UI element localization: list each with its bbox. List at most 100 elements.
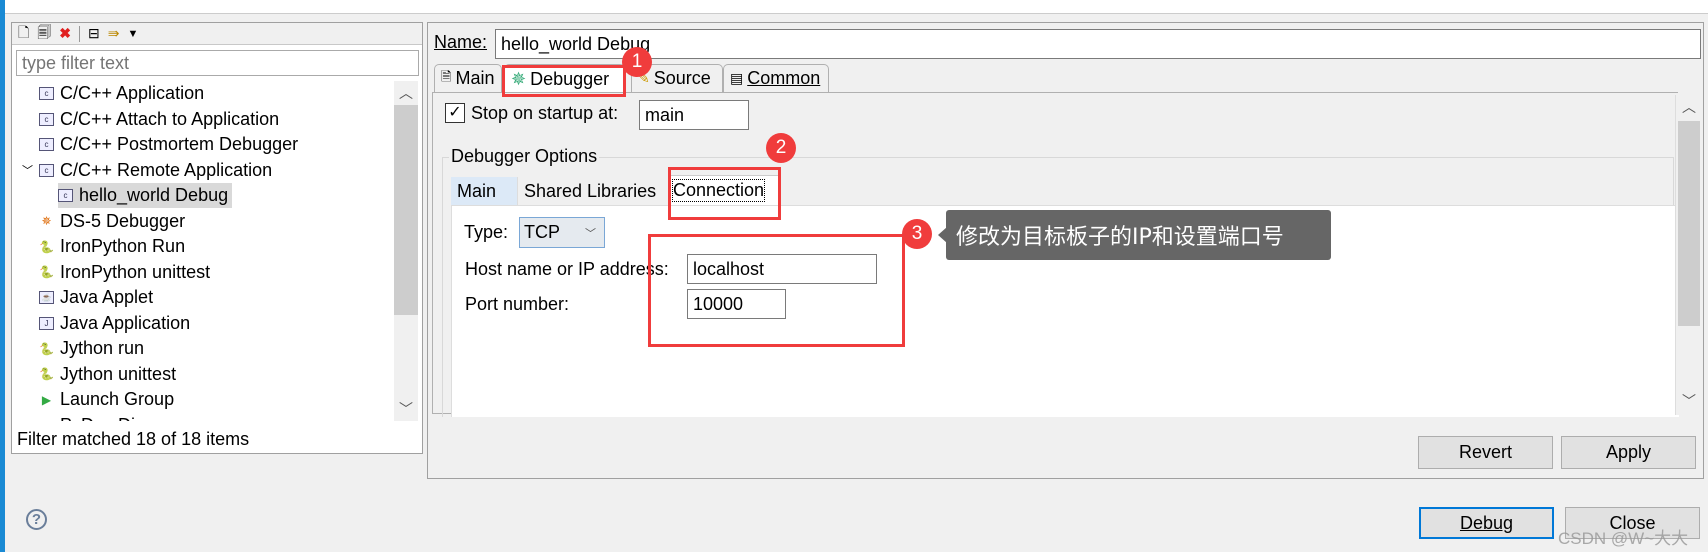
annotation-box-1 [502,65,626,97]
tab-label: Main [455,68,495,88]
tree-item[interactable]: ▦ PyDev Django [39,413,175,422]
tree-item-label: C/C++ Application [60,83,205,103]
chevron-down-icon: ﹀ [585,227,596,240]
filter-input[interactable] [16,50,419,76]
scroll-up-icon[interactable]: ︿ [399,83,413,103]
tree-item-label: Jython unittest [60,363,177,384]
java-app-icon: J [39,316,54,330]
annotation-tooltip: 修改为目标板子的IP和设置端口号 [946,210,1331,260]
collapse-all-icon[interactable]: ⊟ [88,25,100,42]
tree-item-label: Jython run [60,338,145,358]
python-icon: 🐍 [39,239,54,254]
tree-item-label: DS-5 Debugger [60,210,186,231]
tree-item-label: C/C++ Remote Application [60,159,273,180]
tree-item-label: IronPython unittest [60,261,211,282]
annotation-box-3 [648,234,905,347]
annotation-badge-2: 2 [766,133,796,163]
type-value: TCP [524,222,560,242]
type-label: Type: [464,222,509,242]
tree-item-label: PyDev Django [60,415,175,422]
tab-label: Shared Libraries [524,180,657,201]
tree-scrollbar[interactable]: ︿ ﹀ [394,81,418,421]
delete-icon[interactable]: ✖ [59,25,71,42]
view-menu-icon[interactable]: ▼ [127,28,138,40]
tab-label: Common [747,68,821,88]
tree-item[interactable]: c C/C++ Attach to Application [39,107,279,132]
c-app-icon: c [58,189,73,202]
tree-item[interactable]: c C/C++ Application [39,81,204,106]
watermark: CSDN @W~大大 [1558,529,1689,548]
duplicate-icon[interactable]: 🗐 [37,22,51,46]
help-icon[interactable]: ? [26,509,47,530]
launch-group-icon: ▶ [41,392,52,407]
pydev-icon: ▦ [39,418,54,421]
c-app-icon: c [39,112,54,126]
inner-tab-shared-libraries[interactable]: Shared Libraries [517,177,667,205]
python-unittest-icon: 🐍 [39,265,54,279]
tab-main[interactable]: 🗎 Main [434,64,502,92]
bug-icon: ✵ [41,214,52,228]
tree-item[interactable]: 🐍 IronPython unittest [39,260,210,285]
tree-item[interactable]: ☕ Java Applet [39,285,153,310]
c-app-icon: c [39,87,54,100]
type-select[interactable]: TCP ﹀ [519,217,605,248]
editor-scrollbar[interactable]: ︿ ﹀ [1675,95,1701,415]
desktop-edge [0,0,5,552]
tree-item-label: IronPython Run [60,236,186,256]
apply-button[interactable]: Apply [1561,436,1696,469]
expand-chevron-icon[interactable]: ﹀ [22,162,33,178]
debug-button[interactable]: Debug [1419,507,1554,539]
new-config-icon[interactable]: 🗋 [18,22,29,46]
tree-toolbar: 🗋 🗐 ✖ ⊟ ⇛ ▼ [12,23,422,45]
tree-item-label: Java Application [60,312,191,333]
common-icon: ▤ [730,70,744,86]
button-label: Debug [1459,512,1514,533]
tree-item[interactable]: c hello_world Debug [58,183,233,208]
c-app-icon: c [39,138,54,151]
revert-button[interactable]: Revert [1418,436,1553,469]
window-top [0,0,1708,14]
tree-item-label: C/C++ Attach to Application [60,108,280,129]
tree-item[interactable]: 🐍 Jython run [39,336,144,361]
scroll-up-icon[interactable]: ︿ [1682,97,1696,117]
tree-item[interactable]: c C/C++ Postmortem Debugger [39,132,298,157]
tree-item[interactable]: ▶ Launch Group [39,387,174,412]
stop-label: Stop on startup at: [471,103,619,123]
jython-icon: 🐍 [39,341,54,356]
scroll-thumb[interactable] [394,105,418,315]
host-label: Host name or IP address: [465,259,669,279]
tree-item[interactable]: 🐍 Jython unittest [39,362,176,387]
tree-item[interactable]: J Java Application [39,311,190,336]
annotation-box-2 [668,167,781,220]
inner-tab-main[interactable]: Main [451,177,517,205]
tree-item[interactable]: ﹀ c C/C++ Remote Application [22,158,273,183]
tab-common[interactable]: ▤ Common [723,64,829,92]
tree-item-label: hello_world Debug [79,185,229,205]
group-label: Debugger Options [449,146,600,167]
scroll-thumb[interactable] [1678,121,1700,326]
tree-item-label: C/C++ Postmortem Debugger [60,134,299,154]
annotation-badge-3: 3 [902,219,932,249]
tree-item[interactable]: 🐍 IronPython Run [39,234,185,259]
config-tree: c C/C++ Application c C/C++ Attach to Appli… [12,81,393,421]
name-field[interactable]: hello_world Debug [495,29,1701,59]
port-label: Port number: [465,294,570,314]
c-app-icon: c [39,163,54,177]
tree-item-label: Launch Group [60,389,175,409]
stop-symbol-field[interactable]: main [639,100,749,130]
stop-checkbox[interactable]: ✓ [445,103,465,123]
annotation-badge-1: 1 [622,47,652,77]
config-tree-panel: 🗋 🗐 ✖ ⊟ ⇛ ▼ c C/C++ Application c C/C++ Att… [11,22,423,454]
filter-status: Filter matched 18 of 18 items [17,429,250,449]
name-label: Name: [434,32,488,52]
tree-item-label: Java Applet [60,287,154,307]
tab-label: Source [653,68,711,88]
scroll-down-icon[interactable]: ﹀ [1682,391,1696,411]
main-tab-icon: 🗎 [441,68,452,84]
tab-label: Main [457,180,497,201]
filter-icon[interactable]: ⇛ [108,25,120,42]
tree-item[interactable]: ✵ DS-5 Debugger [39,209,185,234]
toolbar-separator [79,25,80,42]
scroll-down-icon[interactable]: ﹀ [399,399,413,419]
jython-unittest-icon: 🐍 [39,367,54,381]
